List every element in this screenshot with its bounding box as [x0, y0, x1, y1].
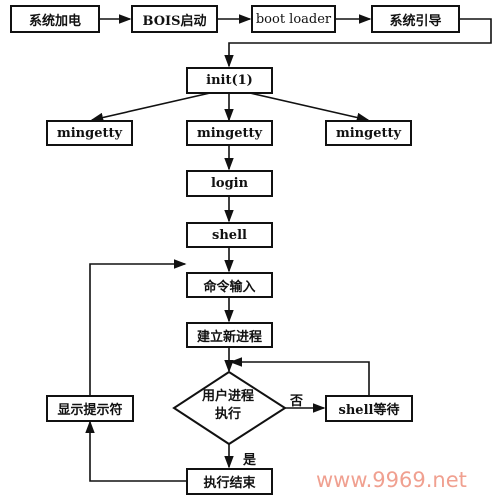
node-mingetty-2: mingetty [186, 120, 273, 146]
node-shell: shell [186, 222, 273, 248]
node-init: init(1) [186, 67, 273, 94]
node-shell-wait: shell等待 [325, 395, 413, 422]
node-exec-end: 执行结束 [186, 468, 273, 495]
edge-label-yes: 是 [243, 453, 257, 468]
arrow-init-mingetty3 [249, 92, 370, 123]
watermark: www.9969.net [316, 468, 467, 492]
node-boot-loader: boot loader [251, 5, 336, 33]
edge-label-no: 否 [290, 394, 304, 409]
node-login: login [186, 170, 273, 197]
node-command-input: 命令输入 [186, 272, 273, 298]
arrow-prompt-cmd [89, 259, 187, 395]
arrow-init-mingetty1 [90, 92, 211, 123]
node-bios: BOIS启动 [131, 5, 218, 33]
decision-line-2: 执行 [214, 407, 241, 422]
node-show-prompt: 显示提示符 [46, 395, 134, 422]
arrow-end-prompt [85, 420, 186, 482]
node-mingetty-1: mingetty [46, 120, 133, 146]
node-power-on: 系统加电 [10, 5, 100, 33]
node-system-boot: 系统引导 [371, 5, 460, 33]
flowchart: 系统加电 BOIS启动 boot loader 系统引导 init(1) min… [0, 0, 500, 501]
node-mingetty-3: mingetty [325, 120, 412, 146]
node-new-process: 建立新进程 [186, 322, 273, 348]
decision-label: 用户进程 执行 [180, 388, 276, 424]
decision-line-1: 用户进程 [201, 389, 254, 404]
